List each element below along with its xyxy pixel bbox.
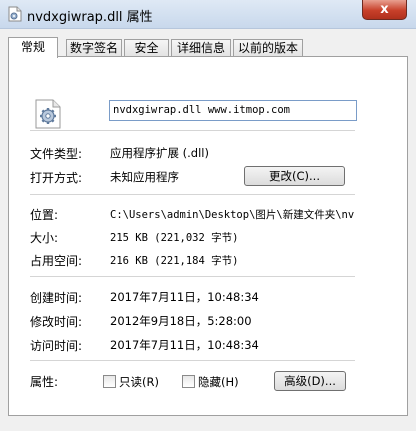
tab-previous-versions[interactable]: 以前的版本 xyxy=(233,39,303,57)
tab-strip: 常规 数字签名 安全 详细信息 以前的版本 xyxy=(8,37,408,58)
location-value: C:\Users\admin\Desktop\图片\新建文件夹\nv xyxy=(110,209,355,221)
hidden-checkbox[interactable] xyxy=(182,375,195,388)
tab-security[interactable]: 安全 xyxy=(124,39,169,57)
properties-dialog: 常规 数字签名 安全 详细信息 以前的版本 nvdxgiwrap.dll www… xyxy=(0,29,416,431)
change-button[interactable]: 更改(C)... xyxy=(244,166,345,186)
tab-details[interactable]: 详细信息 xyxy=(171,39,231,57)
open-with-value: 未知应用程序 xyxy=(110,170,179,184)
open-with-label: 打开方式: xyxy=(30,171,83,185)
disk-size-value: 216 KB (221,184 字节) xyxy=(110,255,239,267)
close-button[interactable]: x xyxy=(362,0,407,20)
dll-gear-file-icon xyxy=(35,99,61,129)
readonly-label[interactable]: 只读(R) xyxy=(119,374,159,390)
title-bar[interactable]: nvdxgiwrap.dll 属性 x xyxy=(0,0,416,29)
created-label: 创建时间: xyxy=(30,291,83,305)
file-type-value: 应用程序扩展 (.dll) xyxy=(110,146,209,160)
window-title: nvdxgiwrap.dll 属性 xyxy=(27,10,153,25)
file-type-label: 文件类型: xyxy=(30,147,83,161)
modified-label: 修改时间: xyxy=(30,315,83,329)
dll-file-icon xyxy=(8,6,22,22)
separator xyxy=(30,360,355,362)
readonly-checkbox[interactable] xyxy=(103,375,116,388)
separator xyxy=(30,276,355,278)
separator xyxy=(30,194,355,196)
general-panel: nvdxgiwrap.dll www.itmop.com 文件类型: 应用程序扩… xyxy=(8,56,408,416)
accessed-label: 访问时间: xyxy=(30,339,83,353)
tab-digital-signature[interactable]: 数字签名 xyxy=(66,39,122,57)
attributes-label: 属性: xyxy=(30,375,59,389)
location-label: 位置: xyxy=(30,208,59,222)
advanced-button[interactable]: 高级(D)... xyxy=(274,371,346,391)
tab-general[interactable]: 常规 xyxy=(8,37,58,58)
modified-value: 2012年9月18日，5:28:00 xyxy=(110,314,252,328)
size-value: 215 KB (221,032 字节) xyxy=(110,232,239,244)
created-value: 2017年7月11日，10:48:34 xyxy=(110,290,259,304)
dialog-bottom-area xyxy=(0,416,416,431)
accessed-value: 2017年7月11日，10:48:34 xyxy=(110,338,259,352)
size-label: 大小: xyxy=(30,231,59,245)
hidden-label[interactable]: 隐藏(H) xyxy=(198,374,239,390)
file-name-input[interactable]: nvdxgiwrap.dll www.itmop.com xyxy=(109,100,357,121)
disk-size-label: 占用空间: xyxy=(30,254,83,268)
separator xyxy=(30,130,355,132)
